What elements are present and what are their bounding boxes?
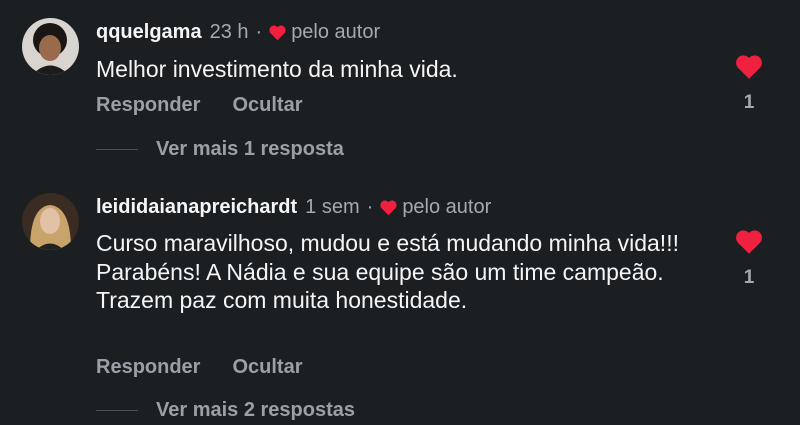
- comment-time: 23 h: [209, 21, 249, 43]
- comment-header: leididaianapreichardt 1 sem · pelo autor: [96, 195, 491, 219]
- hide-button[interactable]: Ocultar: [232, 94, 302, 117]
- like-heart-icon[interactable]: [734, 228, 764, 255]
- view-more-replies-label[interactable]: Ver mais 1 resposta: [156, 138, 344, 161]
- divider-line: [96, 410, 138, 411]
- reply-button[interactable]: Responder: [96, 356, 200, 379]
- view-more-replies-label[interactable]: Ver mais 2 respostas: [156, 399, 355, 422]
- view-more-replies[interactable]: Ver mais 1 resposta: [96, 138, 344, 161]
- separator: ·: [366, 196, 374, 218]
- comment-time: 1 sem: [305, 196, 360, 218]
- like-count: 1: [743, 267, 755, 288]
- divider-line: [96, 149, 138, 150]
- avatar[interactable]: [22, 193, 79, 250]
- hide-button[interactable]: Ocultar: [232, 356, 302, 379]
- like-control: 1: [732, 53, 766, 114]
- comment-text: Curso maravilhoso, mudou e está mudando …: [96, 230, 679, 313]
- like-heart-icon[interactable]: [734, 53, 764, 80]
- view-more-replies[interactable]: Ver mais 2 respostas: [96, 399, 355, 422]
- like-control: 1: [732, 228, 766, 289]
- reply-button[interactable]: Responder: [96, 94, 200, 117]
- username[interactable]: qquelgama: [96, 20, 202, 44]
- comment-text: Melhor investimento da minha vida.: [96, 56, 458, 82]
- heart-icon: [269, 25, 286, 40]
- author-liked-badge: pelo autor: [291, 21, 381, 43]
- heart-icon: [380, 200, 397, 215]
- author-liked-badge: pelo autor: [402, 196, 492, 218]
- like-count: 1: [743, 92, 755, 113]
- comment-actions: Responder Ocultar: [96, 356, 303, 379]
- avatar[interactable]: [22, 18, 79, 75]
- separator: ·: [255, 21, 263, 43]
- comment-header: qquelgama 23 h · pelo autor: [96, 20, 380, 44]
- username[interactable]: leididaianapreichardt: [96, 195, 297, 219]
- comment-actions: Responder Ocultar: [96, 94, 303, 117]
